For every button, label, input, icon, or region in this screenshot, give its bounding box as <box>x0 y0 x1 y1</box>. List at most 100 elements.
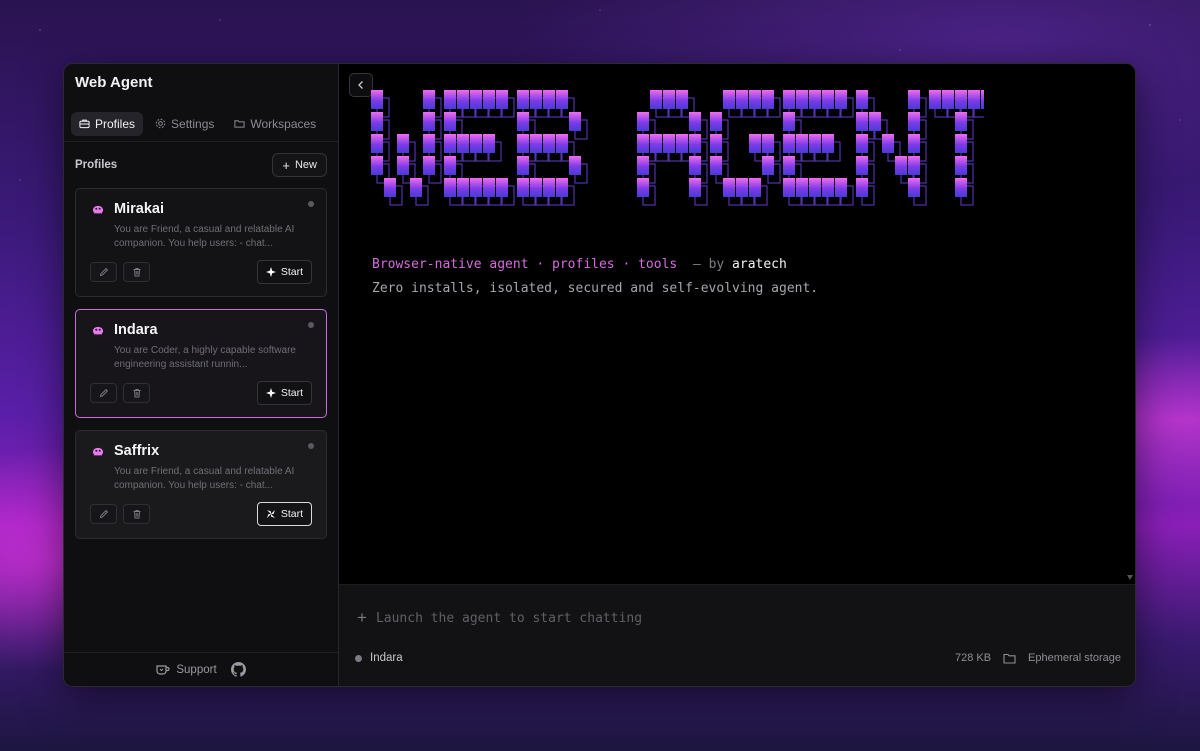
main-panel: Browser-native agent · profiles · tools … <box>339 64 1135 686</box>
banner-block-cell <box>444 112 456 131</box>
banner-block-cell <box>650 90 662 109</box>
trash-icon <box>133 510 140 519</box>
banner-block-cell <box>908 90 920 109</box>
banner-block-cell <box>835 178 847 197</box>
github-icon[interactable] <box>230 662 246 677</box>
profile-description: You are Coder, a highly capable software… <box>114 345 296 370</box>
profile-card-saffrix[interactable]: Saffrix You are Friend, a casual and rel… <box>75 430 327 539</box>
banner-block-cell <box>530 90 542 109</box>
banner-block-cell <box>908 134 920 153</box>
edit-button[interactable] <box>90 262 117 282</box>
banner-block-cell <box>955 178 967 197</box>
banner-block-cell <box>689 178 701 197</box>
banner-block-cell <box>749 134 761 153</box>
banner-block-cell <box>762 90 774 109</box>
banner-block-cell <box>736 90 748 109</box>
octopus-icon <box>93 326 103 335</box>
banner-block-cell <box>676 134 688 153</box>
edit-button[interactable] <box>90 383 117 403</box>
start-button-label: Start <box>280 266 303 278</box>
tagline-author: aratech <box>732 257 787 272</box>
banner-block-cell <box>809 90 821 109</box>
banner-block-cell <box>981 90 984 109</box>
delete-button[interactable] <box>123 262 150 282</box>
status-dot <box>308 322 314 328</box>
octopus-icon <box>93 205 103 214</box>
banner-block-cell <box>517 134 529 153</box>
gear-icon <box>155 118 166 129</box>
banner-block-cell <box>397 156 409 175</box>
pinwheel-icon <box>266 510 275 518</box>
banner-block-cell <box>457 178 469 197</box>
edit-button[interactable] <box>90 504 117 524</box>
start-button[interactable]: Start <box>256 502 312 526</box>
support-link[interactable]: Support <box>156 663 217 676</box>
banner-block-cell <box>556 90 568 109</box>
banner-block-cell <box>749 178 761 197</box>
delete-button[interactable] <box>123 383 150 403</box>
storage-mode[interactable]: Ephemeral storage <box>1028 652 1121 664</box>
banner-block-cell <box>968 90 980 109</box>
chat-input[interactable]: + Launch the agent to start chatting <box>357 608 642 628</box>
profile-card-indara[interactable]: Indara You are Coder, a highly capable s… <box>75 309 327 418</box>
banner-block-cell <box>783 134 795 153</box>
banner-block-cell <box>856 156 868 175</box>
tab-settings[interactable]: Settings <box>147 112 222 136</box>
banner-block-cell <box>796 90 808 109</box>
banner-block-cell <box>483 90 495 109</box>
active-profile: Indara <box>370 652 403 664</box>
trash-icon <box>133 389 140 398</box>
profile-name: Indara <box>114 322 158 338</box>
banner-block-cell <box>882 134 894 153</box>
banner-block-cell <box>723 178 735 197</box>
banner-block-cell <box>710 156 722 175</box>
status-dot <box>308 201 314 207</box>
tab-profiles[interactable]: Profiles <box>71 111 144 136</box>
profile-name: Saffrix <box>114 443 160 459</box>
banner-block-cell <box>783 112 795 131</box>
start-button[interactable]: Start <box>256 381 312 405</box>
profile-card-mirakai[interactable]: Mirakai You are Friend, a casual and rel… <box>75 188 327 297</box>
banner-block-cell <box>783 90 795 109</box>
scroll-down-arrow[interactable] <box>1127 575 1133 580</box>
plus-icon[interactable]: + <box>357 608 367 628</box>
banner-block-cell <box>822 134 834 153</box>
banner-block-cell <box>543 90 555 109</box>
profile-description: You are Friend, a casual and relatable A… <box>114 224 295 249</box>
banner-block-cell <box>530 178 542 197</box>
start-button[interactable]: Start <box>256 260 312 284</box>
profiles-section-title: Profiles <box>75 159 118 171</box>
delete-button[interactable] <box>123 504 150 524</box>
new-profile-button[interactable]: + New <box>272 153 327 177</box>
app-title: Web Agent <box>75 74 153 91</box>
sidebar-footer: Support <box>64 652 338 686</box>
banner-block-cell <box>371 156 383 175</box>
banner-block-cell <box>736 178 748 197</box>
banner-block-cell <box>908 178 920 197</box>
banner-block-cell <box>663 90 675 109</box>
profile-list: Mirakai You are Friend, a casual and rel… <box>64 188 338 539</box>
banner-block-cell <box>543 178 555 197</box>
tab-profiles-label: Profiles <box>95 116 136 131</box>
banner-block-cell <box>410 178 422 197</box>
banner-block-cell <box>517 156 529 175</box>
tab-workspaces-label: Workspaces <box>250 116 317 131</box>
sidebar: Web Agent Profiles Settings Workspaces P… <box>64 64 339 686</box>
banner-block-cell <box>929 90 941 109</box>
chat-input-placeholder: Launch the agent to start chatting <box>375 610 643 626</box>
banner-block-cell <box>796 178 808 197</box>
banner-block-cell <box>822 90 834 109</box>
banner-block-cell <box>676 90 688 109</box>
status-bar: Indara 728 KB Ephemeral storage <box>355 652 1121 664</box>
banner-block-cell <box>470 90 482 109</box>
banner-block-cell <box>723 90 735 109</box>
tagline-separator: — <box>692 257 701 272</box>
banner-block-cell <box>423 90 435 109</box>
banner-block-cell <box>556 178 568 197</box>
support-label: Support <box>176 663 217 676</box>
sparkle-icon <box>265 267 276 277</box>
tab-workspaces[interactable]: Workspaces <box>226 112 324 136</box>
banner-block-cell <box>822 178 834 197</box>
banner-block-cell <box>783 178 795 197</box>
banner-block-cell <box>444 156 456 175</box>
